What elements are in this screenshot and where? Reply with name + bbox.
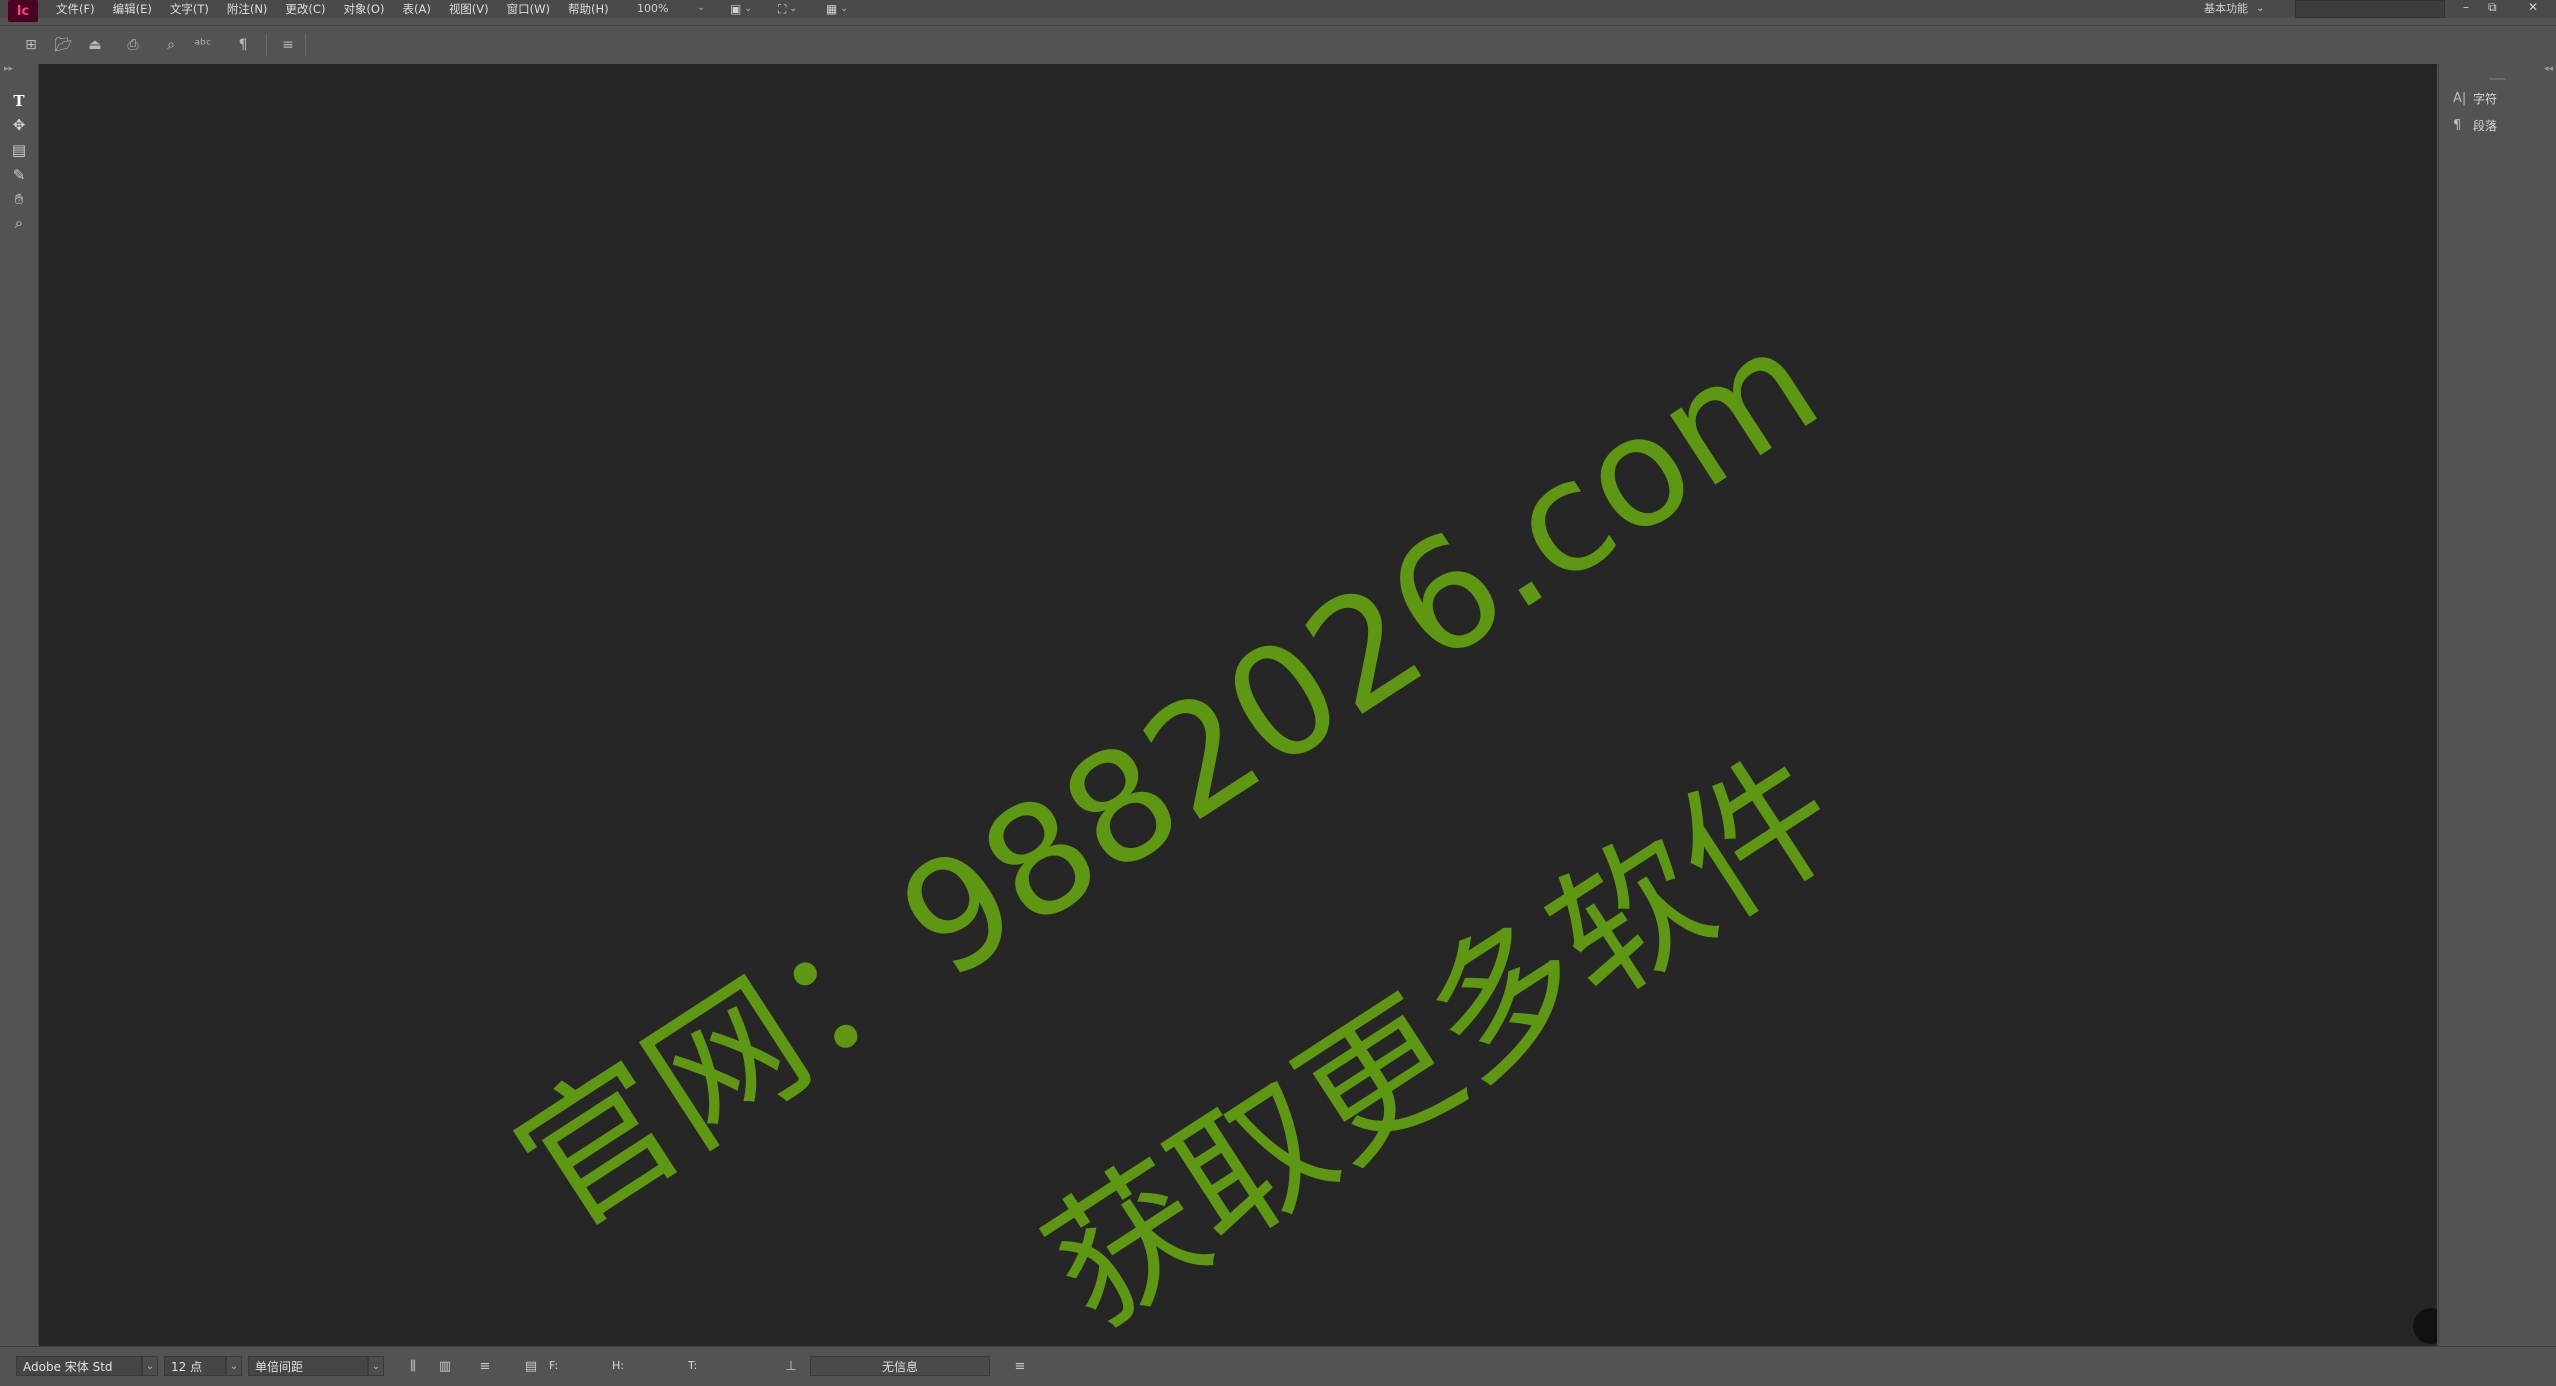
zoom-level[interactable]: 100% <box>637 2 668 15</box>
document-info-icon: ▤ <box>524 1358 538 1374</box>
status-info-field: 无信息 <box>810 1356 990 1376</box>
arrange-documents-button[interactable]: ▦ ⌄ <box>826 0 848 18</box>
arrange-grid-icon: ▦ <box>826 2 838 16</box>
zoom-dropdown-icon[interactable]: ⌄ <box>697 2 705 13</box>
chevron-down-icon: ⌄ <box>145 1360 155 1372</box>
open-folder-icon[interactable]: 📂︎ <box>53 35 73 55</box>
panels-dock: ◂◂ A| 字符 ¶ 段落 <box>2438 64 2556 1346</box>
workspace-switcher[interactable]: 基本功能 ⌄ <box>2204 0 2264 16</box>
close-icon[interactable]: ✕ <box>2528 0 2538 14</box>
panel-item-label: 段落 <box>2473 119 2498 133</box>
panel-menu-icon[interactable]: ≡ <box>1011 1357 1029 1375</box>
panel-item-label: 字符 <box>2473 92 2498 106</box>
screen-mode-icon: ▣ <box>730 2 742 16</box>
chevron-down-icon: ⌄ <box>840 4 848 14</box>
font-family-dropdown[interactable]: ⌄ <box>142 1356 158 1376</box>
toolbar-divider <box>266 34 267 56</box>
menu-edit[interactable]: 编辑(E) <box>113 1 152 17</box>
field-t-label: T: <box>688 1359 698 1372</box>
position-tool-icon[interactable]: ✥ <box>7 114 31 136</box>
save-icon[interactable]: ⏏ <box>85 35 105 55</box>
app-logo: Ic <box>8 0 38 22</box>
panel-grip[interactable] <box>2490 78 2506 80</box>
menu-changes[interactable]: 更改(C) <box>285 1 325 17</box>
menu-items: 文件(F) 编辑(E) 文字(T) 附注(N) 更改(C) 对象(O) 表(A)… <box>56 0 627 18</box>
panel-menu-icon[interactable]: ≡ <box>476 1357 494 1375</box>
field-h-label: H: <box>612 1359 624 1372</box>
menu-view[interactable]: 视图(V) <box>449 1 489 17</box>
workspace-label: 基本功能 <box>2204 2 2248 15</box>
menu-type[interactable]: 文字(T) <box>170 1 209 17</box>
field-f-label: F: <box>549 1359 559 1372</box>
character-icon: A| <box>2453 91 2467 106</box>
chevron-down-icon: ⌄ <box>789 4 797 14</box>
chevron-down-icon: ⌄ <box>229 1360 239 1372</box>
chevron-down-icon: ⌄ <box>744 4 752 14</box>
column-view-icon[interactable]: ⫼ <box>404 1357 422 1375</box>
menu-window[interactable]: 窗口(W) <box>507 1 550 17</box>
panel-menu-icon[interactable]: ≡ <box>278 35 298 55</box>
print-icon[interactable]: ⎙ <box>123 35 143 55</box>
control-toolbar: ⊞ 📂︎ ⏏ ⎙ ⌕ ᵃᵇᶜ ¶ ≡ <box>0 25 2556 65</box>
show-hidden-characters-icon[interactable]: ¶ <box>233 35 253 55</box>
spell-check-icon[interactable]: ᵃᵇᶜ <box>193 35 213 55</box>
eyedropper-tool-icon[interactable]: ✎ <box>7 164 31 186</box>
hand-tool-icon[interactable]: ✋︎ <box>7 188 31 210</box>
panel-item-character[interactable]: A| 字符 <box>2453 90 2497 107</box>
status-bar: Adobe 宋体 Std ⌄ 12 点 ⌄ 单倍间距 ⌄ ⫼ ▥ ≡ ▤ F: … <box>0 1346 2556 1386</box>
collapse-panel-icon[interactable]: ▸▸ <box>4 64 13 74</box>
font-size-field[interactable]: 12 点 <box>164 1356 226 1376</box>
line-spacing-dropdown[interactable]: ⌄ <box>368 1356 384 1376</box>
minimize-icon[interactable]: – <box>2463 0 2469 14</box>
paragraph-icon: ¶ <box>2453 118 2462 133</box>
frame-view-icon: ⛶ <box>778 1 787 16</box>
chevron-down-icon: ⌄ <box>2256 2 2265 14</box>
note-tool-icon[interactable]: ▤ <box>7 139 31 161</box>
menu-bar: Ic 文件(F) 编辑(E) 文字(T) 附注(N) 更改(C) 对象(O) 表… <box>0 0 2556 22</box>
chevron-down-icon: ⌄ <box>371 1360 381 1372</box>
menu-help[interactable]: 帮助(H) <box>568 1 609 17</box>
tools-panel: ▸▸ T ✥ ▤ ✎ ✋︎ ⌕ <box>0 64 39 1344</box>
search-input[interactable] <box>2295 0 2445 18</box>
restore-icon[interactable]: ⧉ <box>2488 0 2497 15</box>
toolbar-divider <box>305 34 306 56</box>
type-tool-icon[interactable]: T <box>7 90 31 112</box>
assignment-icon[interactable]: ⊥ <box>782 1357 800 1375</box>
panel-item-paragraph[interactable]: ¶ 段落 <box>2453 117 2497 134</box>
menu-notes[interactable]: 附注(N) <box>227 1 268 17</box>
find-icon[interactable]: ⌕ <box>161 35 181 55</box>
view-options-button[interactable]: ⛶ ⌄ <box>778 0 797 18</box>
new-document-icon[interactable]: ⊞ <box>21 35 41 55</box>
page-view-icon[interactable]: ▥ <box>436 1357 454 1375</box>
menu-table[interactable]: 表(A) <box>402 1 430 17</box>
zoom-tool-icon[interactable]: ⌕ <box>7 212 31 234</box>
menu-file[interactable]: 文件(F) <box>56 1 95 17</box>
menu-object[interactable]: 对象(O) <box>343 1 384 17</box>
font-size-dropdown[interactable]: ⌄ <box>226 1356 242 1376</box>
floating-assistant-button[interactable] <box>2413 1308 2437 1344</box>
screen-mode-button[interactable]: ▣ ⌄ <box>730 0 752 18</box>
document-canvas[interactable]: 官网：9882026.com 获取更多软件 <box>39 64 2437 1346</box>
line-spacing-field[interactable]: 单倍间距 <box>248 1356 368 1376</box>
collapse-panel-icon[interactable]: ◂◂ <box>2544 64 2553 74</box>
font-family-field[interactable]: Adobe 宋体 Std <box>16 1356 142 1376</box>
